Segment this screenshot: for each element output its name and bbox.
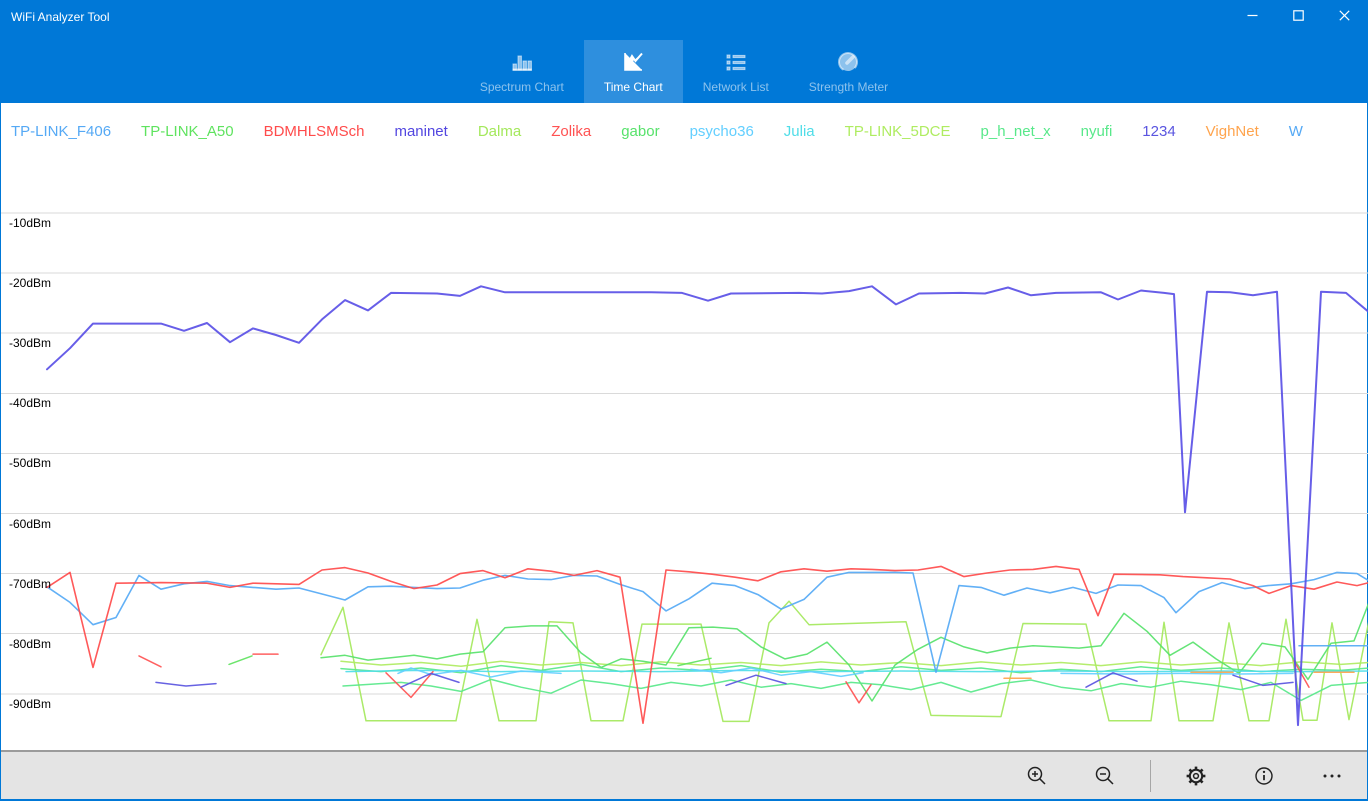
zoom-out-button[interactable] <box>1082 756 1128 796</box>
series-line-psycho36 <box>1061 673 1293 674</box>
pivot-nav: Spectrum Chart Time Chart Network List <box>1 40 1367 103</box>
tab-label: Spectrum Chart <box>480 80 564 94</box>
chart-series <box>47 286 1368 725</box>
y-axis-tick-label: -90dBm <box>9 697 51 711</box>
y-axis-tick-label: -30dBm <box>9 336 51 350</box>
legend-item-VighNet: VighNet <box>1206 123 1259 140</box>
line-chart-icon <box>620 46 646 78</box>
bar-chart-icon <box>509 46 535 78</box>
list-icon <box>723 46 749 78</box>
app-window: WiFi Analyzer Tool Spectrum Chart <box>0 0 1368 801</box>
y-axis-tick-label: -70dBm <box>9 577 51 591</box>
legend-item-maninet: maninet <box>394 123 447 140</box>
tab-time-chart[interactable]: Time Chart <box>584 40 683 103</box>
legend-bar: TP-LINK_F406 TP-LINK_A50 BDMHLSMSch maninet… <box>1 103 1367 160</box>
y-axis-tick-label: -60dBm <box>9 517 51 531</box>
gauge-icon <box>835 46 861 78</box>
legend-item-1234: 1234 <box>1142 123 1175 140</box>
zoom-in-button[interactable] <box>1014 756 1060 796</box>
close-button[interactable] <box>1321 0 1367 30</box>
minimize-button[interactable] <box>1229 0 1275 30</box>
legend-item-gabor: gabor <box>621 123 659 140</box>
legend-item-TP-LINK_F406: TP-LINK_F406 <box>11 123 111 140</box>
legend-item-nyufi: nyufi <box>1081 123 1113 140</box>
series-line-TP-LINK_A50 <box>229 656 252 665</box>
zoom-in-icon <box>1026 765 1048 787</box>
legend-item-TP-LINK_5DCE: TP-LINK_5DCE <box>845 123 951 140</box>
legend-item-Zolika: Zolika <box>551 123 591 140</box>
y-axis-tick-label: -20dBm <box>9 276 51 290</box>
tab-spectrum-chart[interactable]: Spectrum Chart <box>460 40 584 103</box>
legend-item-TP-LINK_A50: TP-LINK_A50 <box>141 123 234 140</box>
gridlines <box>1 213 1368 694</box>
series-line-gabor <box>321 602 1368 701</box>
minimize-icon <box>1247 10 1258 21</box>
y-axis-tick-label: -10dBm <box>9 216 51 230</box>
maximize-icon <box>1293 10 1304 21</box>
tab-label: Strength Meter <box>809 80 888 94</box>
close-icon <box>1339 10 1350 21</box>
tab-label: Time Chart <box>604 80 663 94</box>
info-icon <box>1253 765 1275 787</box>
series-line-TP-LINK_5DCE <box>341 661 1368 666</box>
y-axis-tick-label: -40dBm <box>9 396 51 410</box>
zoom-out-icon <box>1094 765 1116 787</box>
tab-label: Network List <box>703 80 769 94</box>
series-line-Julia <box>346 670 1368 671</box>
y-axis-tick-label: -80dBm <box>9 637 51 651</box>
legend-item-psycho36: psycho36 <box>690 123 754 140</box>
time-chart <box>1 160 1368 752</box>
legend-item-Julia: Julia <box>784 123 815 140</box>
tab-network-list[interactable]: Network List <box>683 40 789 103</box>
bottom-toolbar <box>1 750 1367 801</box>
ellipsis-icon <box>1321 765 1343 787</box>
series-line-Zolika <box>139 656 161 667</box>
legend-item-W: W <box>1289 123 1303 140</box>
legend-item-Dalma: Dalma <box>478 123 521 140</box>
legend-item-p_h_net_x: p_h_net_x <box>981 123 1051 140</box>
y-axis-tick-label: -50dBm <box>9 456 51 470</box>
series-line-1234 <box>156 682 216 686</box>
settings-button[interactable] <box>1173 756 1219 796</box>
legend-item-BDMHLSMSch: BDMHLSMSch <box>264 123 365 140</box>
more-button[interactable] <box>1309 756 1355 796</box>
info-button[interactable] <box>1241 756 1287 796</box>
tab-strength-meter[interactable]: Strength Meter <box>789 40 908 103</box>
maximize-button[interactable] <box>1275 0 1321 30</box>
toolbar-divider <box>1150 760 1151 792</box>
title-bar: WiFi Analyzer Tool <box>1 0 1367 40</box>
caption-buttons <box>1229 0 1367 30</box>
time-chart-area: -10dBm -20dBm -30dBm -40dBm -50dBm -60dBm -70d… <box>1 160 1367 752</box>
gear-icon <box>1185 765 1207 787</box>
series-line-BDMHLSMSch <box>47 566 1368 723</box>
app-title: WiFi Analyzer Tool <box>1 0 109 24</box>
